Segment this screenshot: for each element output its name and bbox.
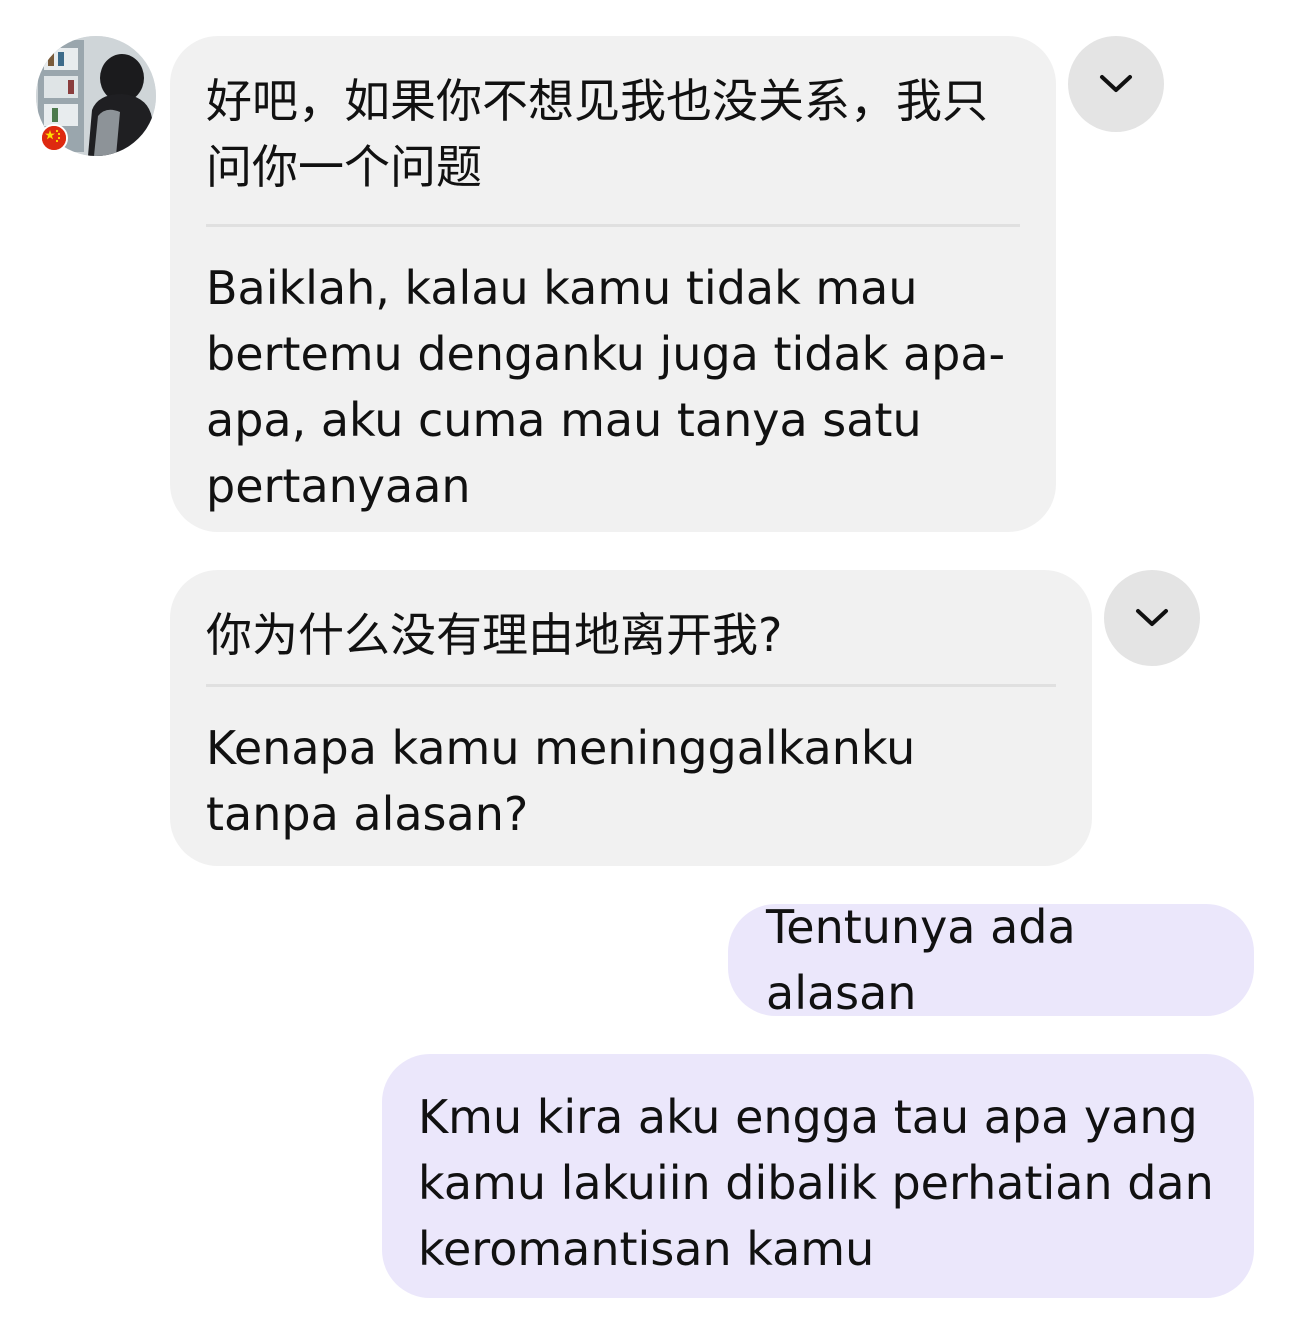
message-bubble-outgoing[interactable]: Kmu kira aku engga tau apa yang kamu lak… <box>382 1054 1254 1298</box>
china-flag-icon <box>40 124 68 152</box>
message-bubble-outgoing[interactable]: Tentunya ada alasan <box>728 900 1254 1020</box>
message-bubble-incoming[interactable]: 好吧，如果你不想见我也没关系，我只问你一个问题 Baiklah, kalau k… <box>170 36 1056 532</box>
message-text: Kmu kira aku engga tau apa yang kamu lak… <box>418 1090 1214 1276</box>
message-text: Tentunya ada alasan <box>766 900 1076 1020</box>
chevron-down-icon <box>1136 609 1168 626</box>
message-original-text: 好吧，如果你不想见我也没关系，我只问你一个问题 <box>206 74 988 194</box>
message-original-text: 你为什么没有理由地离开我? <box>206 608 783 662</box>
translation-divider <box>206 224 1020 227</box>
translation-divider <box>206 684 1056 687</box>
chevron-down-icon <box>1100 75 1132 92</box>
message-translation-text: Kenapa kamu meninggalkanku tanpa alasan? <box>206 721 916 841</box>
message-translation-text: Baiklah, kalau kamu tidak mau bertemu de… <box>206 261 1006 513</box>
message-menu-button[interactable] <box>1068 36 1164 132</box>
message-bubble-incoming[interactable]: 你为什么没有理由地离开我? Kenapa kamu meninggalkanku… <box>170 570 1092 866</box>
chat-thread: 好吧，如果你不想见我也没关系，我只问你一个问题 Baiklah, kalau k… <box>0 0 1290 1336</box>
message-menu-button[interactable] <box>1104 570 1200 666</box>
